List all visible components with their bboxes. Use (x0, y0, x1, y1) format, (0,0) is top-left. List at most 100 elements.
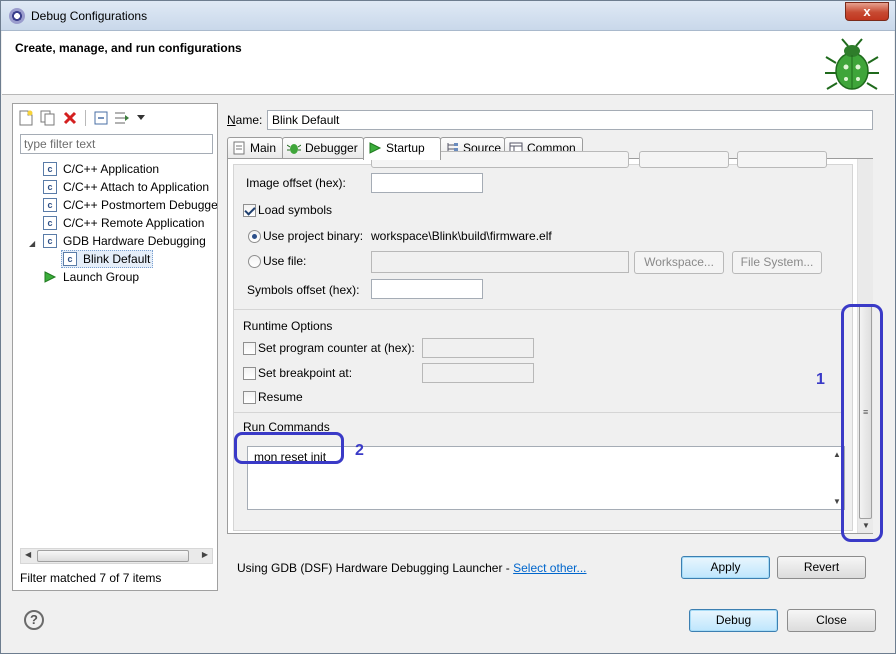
scroll-thumb[interactable] (37, 550, 189, 562)
tab-label: Debugger (305, 141, 358, 155)
resume-checkbox[interactable] (243, 391, 256, 404)
scroll-left-icon[interactable]: ◀ (25, 550, 31, 559)
config-toolbar (17, 108, 146, 128)
c-app-icon: c (43, 180, 57, 194)
set-pc-input[interactable] (422, 338, 534, 358)
group-divider (234, 309, 844, 310)
tree-item-c-application[interactable]: c C/C++ Application (13, 160, 217, 178)
tab-label: Main (250, 141, 277, 155)
image-offset-input[interactable] (371, 173, 483, 193)
set-breakpoint-checkbox[interactable] (243, 367, 256, 380)
apply-button[interactable]: Apply (681, 556, 770, 579)
startup-tab-icon (369, 142, 382, 154)
annotation-box-1 (841, 304, 883, 542)
tree-item-label: C/C++ Postmortem Debugger (63, 198, 217, 212)
resume-label: Resume (258, 390, 303, 404)
delete-icon[interactable] (61, 109, 79, 127)
main-tab-icon (233, 141, 245, 155)
eclipse-icon (9, 8, 25, 24)
toolbar-separator (85, 110, 86, 126)
debugger-tab-icon (287, 144, 301, 154)
cut-off-button (737, 151, 827, 168)
help-icon[interactable]: ? (24, 610, 44, 630)
tab-main[interactable]: Main (227, 137, 283, 159)
new-configuration-icon[interactable] (17, 109, 35, 127)
c-app-icon: c (43, 162, 57, 176)
tree-item-label: C/C++ Attach to Application (63, 180, 210, 194)
tab-startup[interactable]: Startup (363, 137, 441, 160)
launch-icon (44, 271, 57, 283)
use-project-binary-label: Use project binary: (263, 229, 364, 243)
filter-status: Filter matched 7 of 7 items (20, 571, 162, 585)
project-binary-value: workspace\Blink\build\firmware.elf (371, 229, 552, 243)
load-symbols-label: Load symbols (258, 203, 333, 217)
startup-options-panel: Image offset (hex): Load symbols Use pro… (233, 151, 853, 531)
tree-item-c-postmortem[interactable]: c C/C++ Postmortem Debugger (13, 196, 217, 214)
set-pc-checkbox[interactable] (243, 342, 256, 355)
tree-item-label: C/C++ Remote Application (63, 216, 205, 230)
scroll-right-icon[interactable]: ▶ (202, 550, 208, 559)
tab-label: Startup (386, 141, 425, 155)
horizontal-scrollbar[interactable]: ◀ ▶ (20, 548, 213, 564)
tree-item-launch-group[interactable]: Launch Group (13, 268, 217, 286)
tree-item-c-attach[interactable]: c C/C++ Attach to Application (13, 178, 217, 196)
window-close-button[interactable]: x (845, 2, 889, 21)
scroll-down-icon[interactable]: ▼ (833, 497, 841, 506)
collapse-all-icon[interactable] (92, 109, 110, 127)
name-label: Name: (227, 113, 263, 127)
tree-item-blink-default[interactable]: c Blink Default (13, 250, 217, 268)
tree-item-label: Launch Group (63, 270, 140, 284)
window-title: Debug Configurations (31, 9, 148, 23)
annotation-number-1: 1 (816, 371, 825, 388)
tree-expanded-icon[interactable]: ◢ (29, 235, 43, 249)
cut-off-button (639, 151, 729, 168)
use-file-label: Use file: (263, 254, 307, 268)
duplicate-icon[interactable] (39, 109, 57, 127)
image-offset-label: Image offset (hex): (246, 176, 346, 190)
configuration-list-panel: c C/C++ Application c C/C++ Attach to Ap… (12, 103, 218, 591)
group-divider (234, 412, 844, 413)
annotation-box-2 (234, 432, 344, 464)
chevron-down-icon[interactable] (136, 109, 146, 127)
c-app-icon: c (43, 198, 57, 212)
startup-tab-content: Image offset (hex): Load symbols Use pro… (227, 151, 873, 534)
use-file-radio[interactable] (248, 255, 261, 268)
tree-item-label: Blink Default (83, 252, 151, 266)
set-pc-label: Set program counter at (hex): (258, 341, 415, 355)
revert-button[interactable]: Revert (777, 556, 866, 579)
tree-item-label: C/C++ Application (63, 162, 160, 176)
file-system-button[interactable]: File System... (732, 251, 822, 274)
debug-configurations-window: Debug Configurations x Create, manage, a… (0, 0, 896, 654)
use-project-binary-radio[interactable] (248, 230, 261, 243)
c-app-icon: c (43, 234, 57, 248)
name-input[interactable] (267, 110, 873, 130)
c-app-icon: c (63, 252, 77, 266)
title-bar[interactable]: Debug Configurations x (1, 1, 895, 31)
scroll-up-icon[interactable]: ▲ (833, 450, 841, 459)
select-other-link[interactable]: Select other... (513, 561, 586, 575)
symbols-offset-label: Symbols offset (hex): (247, 283, 360, 297)
bug-icon (825, 38, 879, 90)
filter-icon[interactable] (114, 109, 132, 127)
symbols-offset-input[interactable] (371, 279, 483, 299)
workspace-button[interactable]: Workspace... (634, 251, 724, 274)
header-title: Create, manage, and run configurations (15, 41, 242, 55)
debug-button[interactable]: Debug (689, 609, 778, 632)
set-breakpoint-input[interactable] (422, 363, 534, 383)
tree-item-c-remote[interactable]: c C/C++ Remote Application (13, 214, 217, 232)
launcher-text: Using GDB (DSF) Hardware Debugging Launc… (237, 561, 514, 575)
use-file-input[interactable] (371, 251, 629, 273)
runtime-options-title: Runtime Options (243, 319, 333, 333)
tree-item-label: GDB Hardware Debugging (63, 234, 206, 248)
close-button[interactable]: Close (787, 609, 876, 632)
launcher-info: Using GDB (DSF) Hardware Debugging Launc… (237, 561, 587, 575)
filter-input[interactable] (20, 134, 213, 154)
tab-debugger[interactable]: Debugger (282, 137, 364, 159)
dialog-header: Create, manage, and run configurations (2, 31, 894, 95)
tree-item-gdb-hardware[interactable]: ◢ c GDB Hardware Debugging (13, 232, 217, 250)
load-symbols-checkbox[interactable] (243, 204, 256, 217)
set-breakpoint-label: Set breakpoint at: (258, 366, 353, 380)
configuration-tree: c C/C++ Application c C/C++ Attach to Ap… (13, 160, 217, 286)
annotation-number-2: 2 (355, 442, 364, 459)
c-app-icon: c (43, 216, 57, 230)
